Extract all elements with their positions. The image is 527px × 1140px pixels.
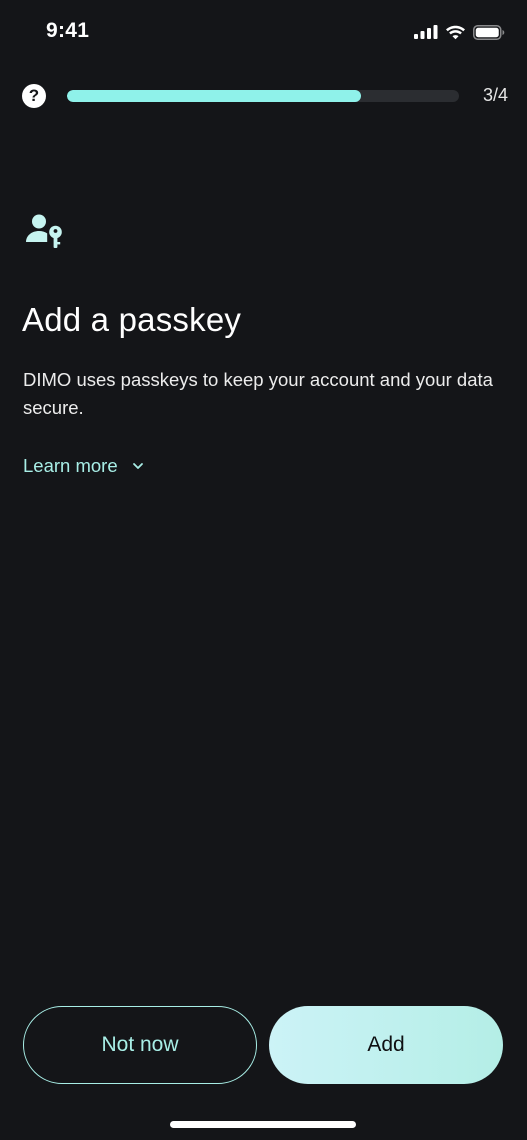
step-counter: 3/4 <box>482 85 508 105</box>
battery-icon <box>473 24 505 40</box>
user-key-icon <box>26 214 62 248</box>
not-now-button[interactable]: Not now <box>23 1006 257 1084</box>
learn-more-label: Learn more <box>23 455 118 476</box>
learn-more-link[interactable]: Learn more <box>23 455 144 477</box>
add-label: Add <box>367 1033 405 1056</box>
wifi-icon <box>446 25 465 39</box>
progress-bar <box>67 90 459 102</box>
page-title: Add a passkey <box>22 301 242 338</box>
progress-bar-fill <box>67 90 361 102</box>
not-now-label: Not now <box>101 1033 179 1056</box>
home-indicator[interactable] <box>170 1121 356 1128</box>
question-icon[interactable]: ? <box>22 84 46 108</box>
status-bar: 9:41 <box>0 0 527 62</box>
add-passkey-button[interactable]: Add <box>269 1006 503 1084</box>
status-time: 9:41 <box>46 19 90 42</box>
chevron-down-icon <box>132 463 143 469</box>
onboarding-topbar: ? 3/4 <box>0 80 527 112</box>
status-icons <box>414 22 505 42</box>
description-text: DIMO uses passkeys to keep your account … <box>23 369 493 418</box>
cellular-signal-icon <box>414 25 438 39</box>
